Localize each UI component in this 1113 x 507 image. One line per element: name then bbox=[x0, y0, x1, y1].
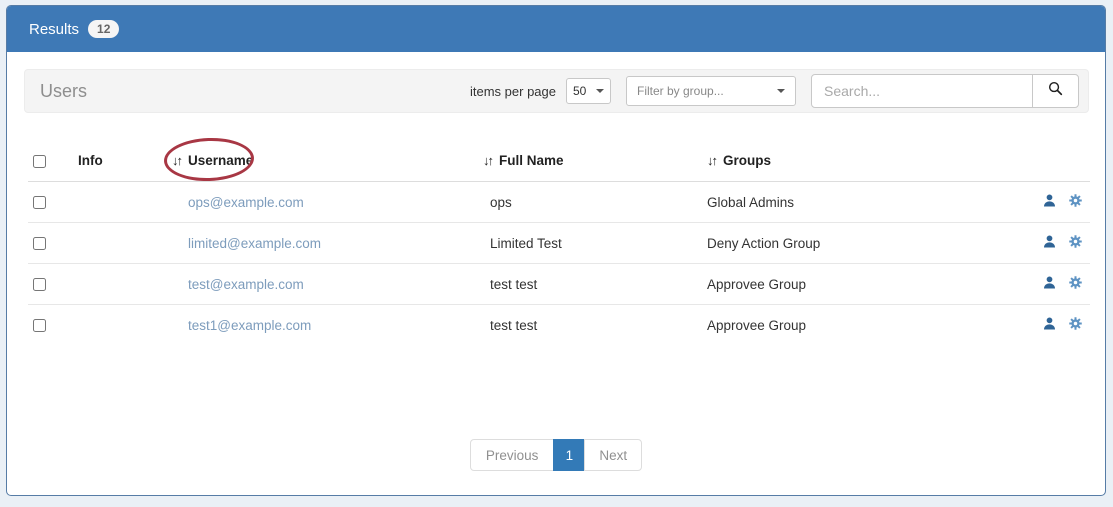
column-label-full-name: Full Name bbox=[499, 153, 564, 168]
row-checkbox-cell bbox=[28, 305, 68, 346]
column-header-full-name[interactable]: ↓↑ Full Name bbox=[458, 139, 680, 182]
items-per-page-value: 50 bbox=[573, 84, 586, 98]
previous-page-button[interactable]: Previous bbox=[470, 439, 555, 471]
groups-cell: Approvee Group bbox=[680, 264, 1030, 305]
user-settings-button[interactable] bbox=[1068, 275, 1083, 293]
items-per-page-select[interactable]: 50 bbox=[566, 78, 611, 104]
info-cell bbox=[68, 305, 168, 346]
gear-icon bbox=[1068, 319, 1083, 334]
user-profile-button[interactable] bbox=[1042, 316, 1057, 334]
section-title: Users bbox=[40, 81, 87, 102]
row-checkbox[interactable] bbox=[33, 278, 46, 291]
column-label-groups: Groups bbox=[723, 153, 771, 168]
username-cell: ops@example.com bbox=[168, 182, 458, 223]
table-header-row: Info ↓↑ Username ↓↑ Full Name ↓↑ Groups bbox=[28, 139, 1090, 182]
sort-icon: ↓↑ bbox=[707, 153, 716, 168]
group-filter-value: Filter by group... bbox=[637, 84, 724, 98]
row-checkbox-cell bbox=[28, 182, 68, 223]
column-label-info: Info bbox=[78, 153, 103, 168]
search-group bbox=[811, 74, 1079, 108]
next-page-button[interactable]: Next bbox=[584, 439, 642, 471]
sort-icon: ↓↑ bbox=[483, 153, 492, 168]
username-cell: limited@example.com bbox=[168, 223, 458, 264]
user-icon bbox=[1042, 278, 1057, 293]
sort-icon: ↓↑ bbox=[172, 153, 181, 168]
user-profile-button[interactable] bbox=[1042, 275, 1057, 293]
caret-down-icon bbox=[777, 89, 785, 93]
users-table-body: ops@example.com ops Global Admins bbox=[28, 182, 1090, 346]
select-all-header-cell bbox=[28, 139, 68, 182]
table-row: test@example.com test test Approvee Grou… bbox=[28, 264, 1090, 305]
users-table-wrap: Info ↓↑ Username ↓↑ Full Name ↓↑ Groups bbox=[28, 139, 1090, 345]
row-checkbox-cell bbox=[28, 223, 68, 264]
groups-cell: Global Admins bbox=[680, 182, 1030, 223]
user-settings-button[interactable] bbox=[1068, 193, 1083, 211]
full-name-cell: test test bbox=[458, 305, 680, 346]
user-profile-button[interactable] bbox=[1042, 193, 1057, 211]
magnifier-icon bbox=[1047, 80, 1064, 102]
caret-down-icon bbox=[596, 89, 604, 93]
username-cell: test1@example.com bbox=[168, 305, 458, 346]
info-cell bbox=[68, 223, 168, 264]
user-settings-button[interactable] bbox=[1068, 316, 1083, 334]
actions-cell bbox=[1030, 305, 1090, 346]
user-settings-button[interactable] bbox=[1068, 234, 1083, 252]
username-link[interactable]: ops@example.com bbox=[188, 195, 304, 210]
username-link[interactable]: limited@example.com bbox=[188, 236, 321, 251]
actions-cell bbox=[1030, 223, 1090, 264]
gear-icon bbox=[1068, 237, 1083, 252]
column-header-username[interactable]: ↓↑ Username bbox=[168, 139, 458, 182]
results-title: Results bbox=[29, 21, 79, 38]
groups-cell: Approvee Group bbox=[680, 305, 1030, 346]
column-label-username: Username bbox=[188, 153, 253, 168]
full-name-cell: Limited Test bbox=[458, 223, 680, 264]
pagination: Previous 1 Next bbox=[7, 439, 1105, 471]
users-table: Info ↓↑ Username ↓↑ Full Name ↓↑ Groups bbox=[28, 139, 1090, 345]
table-row: test1@example.com test test Approvee Gro… bbox=[28, 305, 1090, 346]
search-button[interactable] bbox=[1032, 74, 1079, 108]
results-count-badge: 12 bbox=[88, 20, 119, 38]
username-link[interactable]: test@example.com bbox=[188, 277, 304, 292]
current-page-button[interactable]: 1 bbox=[553, 439, 585, 471]
actions-cell bbox=[1030, 264, 1090, 305]
user-icon bbox=[1042, 319, 1057, 334]
row-checkbox[interactable] bbox=[33, 237, 46, 250]
user-icon bbox=[1042, 237, 1057, 252]
column-header-info: Info bbox=[68, 139, 168, 182]
row-checkbox[interactable] bbox=[33, 319, 46, 332]
groups-cell: Deny Action Group bbox=[680, 223, 1030, 264]
column-header-actions bbox=[1030, 139, 1090, 182]
username-link[interactable]: test1@example.com bbox=[188, 318, 311, 333]
user-icon bbox=[1042, 196, 1057, 211]
user-profile-button[interactable] bbox=[1042, 234, 1057, 252]
gear-icon bbox=[1068, 196, 1083, 211]
column-header-groups[interactable]: ↓↑ Groups bbox=[680, 139, 1030, 182]
table-row: ops@example.com ops Global Admins bbox=[28, 182, 1090, 223]
full-name-cell: ops bbox=[458, 182, 680, 223]
gear-icon bbox=[1068, 278, 1083, 293]
results-panel: Results 12 Users items per page 50 Filte… bbox=[6, 5, 1106, 496]
info-cell bbox=[68, 264, 168, 305]
search-input[interactable] bbox=[811, 74, 1033, 108]
row-checkbox[interactable] bbox=[33, 196, 46, 209]
page: { "results_panel": { "title": "Results",… bbox=[0, 0, 1113, 507]
row-checkbox-cell bbox=[28, 264, 68, 305]
results-panel-header: Results 12 bbox=[7, 6, 1105, 52]
items-per-page-label: items per page bbox=[470, 84, 556, 99]
users-toolbar: Users items per page 50 Filter by group.… bbox=[24, 69, 1089, 113]
info-cell bbox=[68, 182, 168, 223]
full-name-cell: test test bbox=[458, 264, 680, 305]
table-row: limited@example.com Limited Test Deny Ac… bbox=[28, 223, 1090, 264]
group-filter-dropdown[interactable]: Filter by group... bbox=[626, 76, 796, 106]
username-cell: test@example.com bbox=[168, 264, 458, 305]
select-all-checkbox[interactable] bbox=[33, 155, 46, 168]
actions-cell bbox=[1030, 182, 1090, 223]
